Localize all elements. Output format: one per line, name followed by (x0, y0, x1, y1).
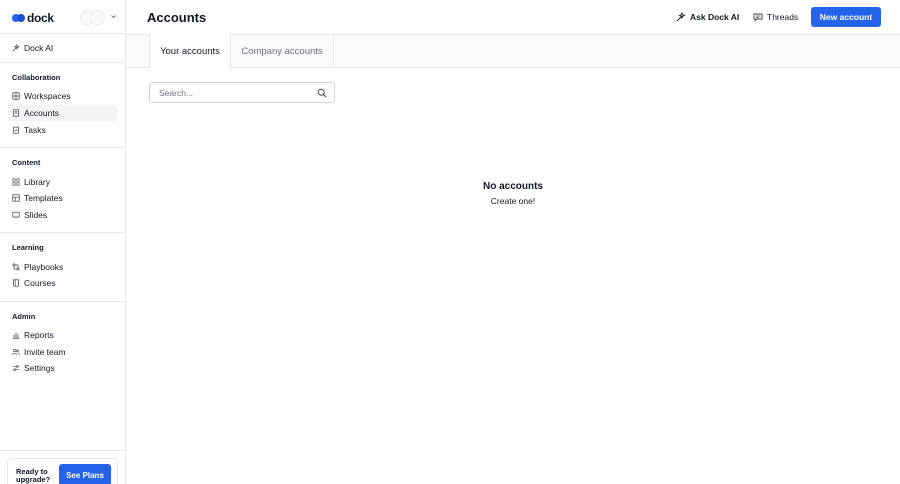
upgrade-text: Ready to upgrade? (16, 467, 51, 484)
divider (0, 62, 125, 63)
sparkle-icon (676, 12, 686, 22)
workspace-avatar (90, 10, 105, 25)
sidebar-item-label: Reports (24, 330, 54, 340)
ask-dock-ai-button[interactable]: Ask Dock AI (676, 9, 739, 25)
accounts-icon (12, 109, 20, 117)
sidebar-item-label: Templates (24, 193, 63, 203)
tasks-icon (12, 126, 20, 134)
sidebar-item-label: Dock AI (24, 43, 54, 53)
sidebar-item-label: Tasks (24, 125, 46, 135)
sidebar-item-tasks[interactable]: Tasks (8, 122, 118, 138)
sidebar-item-label: Settings (24, 363, 55, 373)
sidebar-item-playbooks[interactable]: Playbooks (8, 259, 118, 275)
section-title-learning: Learning (12, 243, 44, 252)
sidebar-item-label: Library (24, 177, 50, 187)
divider (0, 232, 125, 233)
section-title-collaboration: Collaboration (12, 73, 61, 82)
sidebar-item-label: Slides (24, 210, 48, 220)
divider (0, 33, 125, 34)
tab-company-accounts[interactable]: Company accounts (231, 34, 334, 68)
ask-dock-ai-label: Ask Dock AI (690, 12, 740, 22)
workspaces-icon (12, 92, 20, 100)
search-input[interactable] (150, 83, 310, 102)
divider (0, 147, 125, 148)
templates-icon (12, 194, 20, 202)
sidebar-item-templates[interactable]: Templates (8, 190, 118, 206)
sparkle-icon (12, 44, 20, 52)
chat-bubble-icon (753, 12, 763, 22)
threads-label: Threads (767, 12, 799, 22)
new-account-button[interactable]: New account (811, 7, 881, 27)
sidebar-item-courses[interactable]: Courses (8, 275, 118, 291)
workspace-switcher[interactable] (80, 10, 117, 25)
section-title-content: Content (12, 158, 41, 167)
sidebar-item-label: Workspaces (24, 91, 71, 101)
empty-state-title: No accounts (482, 181, 543, 192)
invite-icon (12, 348, 20, 356)
brand-name: dock (27, 11, 54, 25)
search-box (149, 82, 335, 103)
library-icon (12, 178, 20, 186)
search-icon[interactable] (317, 88, 327, 98)
sidebar-item-settings[interactable]: Settings (8, 360, 118, 376)
sidebar-item-label: Playbooks (24, 262, 64, 272)
page-title: Accounts (147, 10, 207, 25)
sidebar-item-library[interactable]: Library (8, 174, 118, 190)
slides-icon (12, 211, 20, 219)
sidebar: dock Dock AI Collaboration Workspaces Ac… (0, 0, 126, 484)
section-title-admin: Admin (12, 312, 36, 321)
divider (0, 301, 125, 302)
tab-your-accounts[interactable]: Your accounts (149, 34, 231, 69)
sidebar-item-reports[interactable]: Reports (8, 327, 118, 343)
sidebar-item-workspaces[interactable]: Workspaces (8, 88, 118, 104)
sidebar-item-label: Accounts (24, 108, 59, 118)
settings-icon (12, 364, 20, 372)
sidebar-item-label: Invite team (24, 347, 66, 357)
sidebar-item-invite-team[interactable]: Invite team (8, 344, 118, 360)
reports-icon (12, 331, 20, 339)
brand-logo[interactable]: dock (12, 11, 54, 25)
divider (0, 450, 125, 451)
dock-logo-icon (12, 13, 25, 23)
app-window: dock Dock AI Collaboration Workspaces Ac… (0, 0, 900, 484)
upgrade-card: Ready to upgrade? See Plans (7, 458, 118, 484)
chevron-down-icon (110, 13, 117, 22)
courses-icon (12, 279, 20, 287)
see-plans-button[interactable]: See Plans (59, 464, 111, 484)
sidebar-item-accounts[interactable]: Accounts (8, 105, 118, 121)
threads-button[interactable]: Threads (753, 9, 798, 25)
sidebar-item-label: Courses (24, 278, 56, 288)
tabs-bar: Your accounts Company accounts (126, 34, 900, 69)
sidebar-item-dock-ai[interactable]: Dock AI (8, 40, 118, 56)
empty-state-subtitle: Create one! (490, 196, 536, 206)
playbooks-icon (12, 263, 20, 271)
sidebar-item-slides[interactable]: Slides (8, 207, 118, 223)
